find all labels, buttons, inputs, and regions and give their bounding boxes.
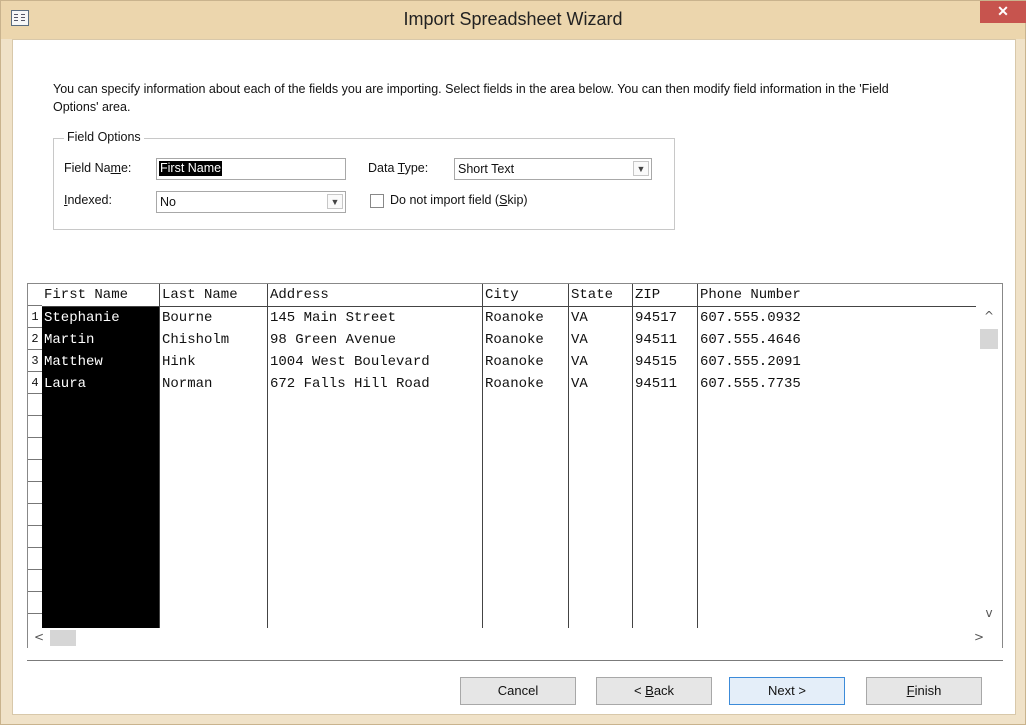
cancel-button[interactable]: Cancel: [460, 677, 576, 705]
chevron-down-icon[interactable]: ▼: [633, 161, 649, 176]
indexed-value: No: [160, 195, 176, 209]
row-number-empty: [28, 416, 42, 438]
scroll-down-icon[interactable]: v: [982, 606, 996, 620]
grid-column-state[interactable]: State VA VA VA VA: [569, 284, 633, 628]
row-number-empty: [28, 526, 42, 548]
grid-cell: VA: [571, 354, 588, 370]
row-number: 1: [28, 306, 42, 328]
grid-cell: VA: [571, 376, 588, 392]
grid-cell: 607.555.0932: [700, 310, 801, 326]
grid-cell: Stephanie: [44, 310, 120, 326]
row-number-empty: [28, 460, 42, 482]
data-preview-grid: 1 2 3 4 First Name Stephanie Martin Matt…: [27, 283, 1003, 648]
field-name-value: First Name: [159, 161, 223, 176]
column-header[interactable]: Phone Number: [698, 284, 976, 307]
instructions-text: You can specify information about each o…: [53, 82, 889, 114]
data-type-label: Data Type:: [368, 161, 429, 175]
horizontal-scroll-thumb[interactable]: [50, 630, 76, 646]
grid-column-city[interactable]: City Roanoke Roanoke Roanoke Roanoke: [483, 284, 569, 628]
close-button[interactable]: ✕: [980, 1, 1026, 23]
row-number-empty: [28, 394, 42, 416]
scroll-left-icon[interactable]: <: [34, 630, 44, 644]
grid-cell: 94517: [635, 310, 678, 326]
row-number-empty: [28, 570, 42, 592]
field-options-group: Field Options Field Name: First Name Dat…: [53, 130, 675, 230]
column-header[interactable]: Address: [268, 284, 482, 307]
title-bar: Import Spreadsheet Wizard ✕: [1, 1, 1026, 39]
back-button[interactable]: < Back: [596, 677, 712, 705]
data-type-value: Short Text: [458, 162, 515, 176]
grid-cell: Roanoke: [485, 332, 544, 348]
grid-column-last-name[interactable]: Last Name Bourne Chisholm Hink Norman: [160, 284, 268, 628]
field-options-legend: Field Options: [64, 130, 144, 144]
grid-cell: Norman: [162, 376, 213, 392]
grid-cell: Martin: [44, 332, 95, 348]
grid-cell: Matthew: [44, 354, 103, 370]
finish-button[interactable]: Finish: [866, 677, 982, 705]
horizontal-scrollbar[interactable]: < >: [28, 628, 1002, 648]
grid-cell: 98 Green Avenue: [270, 332, 397, 348]
row-number-empty: [28, 548, 42, 570]
field-name-label: Field Name:: [64, 161, 132, 175]
chevron-down-icon[interactable]: ▼: [327, 194, 343, 209]
grid-cell: Hink: [162, 354, 196, 370]
indexed-label: Indexed:: [64, 193, 112, 207]
row-number-empty: [28, 482, 42, 504]
column-header[interactable]: State: [569, 284, 632, 307]
row-number-header: [28, 284, 42, 306]
grid-cell: 607.555.4646: [700, 332, 801, 348]
grid-cell: Roanoke: [485, 376, 544, 392]
row-number-column: 1 2 3 4: [28, 284, 43, 628]
vertical-scrollbar[interactable]: ^ v: [976, 306, 1002, 628]
column-header[interactable]: City: [483, 284, 568, 307]
grid-cell: 607.555.7735: [700, 376, 801, 392]
grid-cell: Roanoke: [485, 310, 544, 326]
scroll-right-icon[interactable]: >: [974, 630, 984, 644]
field-name-input[interactable]: First Name: [156, 158, 346, 180]
row-number: 4: [28, 372, 42, 394]
window-title: Import Spreadsheet Wizard: [403, 9, 623, 29]
import-wizard-window: Import Spreadsheet Wizard ✕ You can spec…: [0, 0, 1026, 725]
grid-cell: VA: [571, 310, 588, 326]
row-number-empty: [28, 504, 42, 526]
data-type-select[interactable]: Short Text ▼: [454, 158, 652, 180]
scroll-up-icon[interactable]: ^: [982, 309, 996, 323]
grid-column-zip[interactable]: ZIP 94517 94511 94515 94511: [633, 284, 698, 628]
grid-cell: Bourne: [162, 310, 213, 326]
row-number: 2: [28, 328, 42, 350]
grid-cell: 145 Main Street: [270, 310, 397, 326]
grid-column-first-name[interactable]: First Name Stephanie Martin Matthew Laur…: [42, 284, 160, 628]
grid-cell: 94511: [635, 376, 678, 392]
next-button[interactable]: Next >: [729, 677, 845, 705]
grid-column-address[interactable]: Address 145 Main Street 98 Green Avenue …: [268, 284, 483, 628]
indexed-select[interactable]: No ▼: [156, 191, 346, 213]
skip-field-checkbox[interactable]: [370, 194, 384, 208]
skip-field-label[interactable]: Do not import field (Skip): [390, 193, 528, 207]
column-header[interactable]: Last Name: [160, 284, 267, 307]
wizard-content: You can specify information about each o…: [12, 39, 1016, 715]
grid-cell: 672 Falls Hill Road: [270, 376, 430, 392]
grid-cell: Chisholm: [162, 332, 230, 348]
grid-cell: 1004 West Boulevard: [270, 354, 430, 370]
grid-cell: 94511: [635, 332, 678, 348]
column-header[interactable]: First Name: [42, 284, 159, 307]
grid-cell: Roanoke: [485, 354, 544, 370]
row-number-empty: [28, 438, 42, 460]
row-number: 3: [28, 350, 42, 372]
grid-column-phone-number[interactable]: Phone Number 607.555.0932 607.555.4646 6…: [698, 284, 976, 628]
button-divider: [27, 660, 1003, 661]
grid-cell: VA: [571, 332, 588, 348]
grid-viewport: 1 2 3 4 First Name Stephanie Martin Matt…: [28, 284, 976, 628]
grid-cell: 94515: [635, 354, 678, 370]
column-header[interactable]: ZIP: [633, 284, 697, 307]
grid-cell: 607.555.2091: [700, 354, 801, 370]
row-number-empty: [28, 592, 42, 614]
grid-cell: Laura: [44, 376, 87, 392]
vertical-scroll-thumb[interactable]: [980, 329, 998, 349]
